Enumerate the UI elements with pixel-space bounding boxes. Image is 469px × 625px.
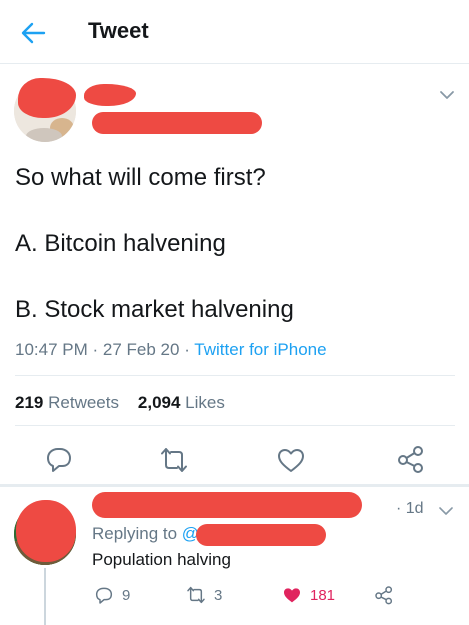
redacted-reply-avatar: [16, 500, 76, 562]
comment-icon: [47, 448, 71, 472]
reply-like-count: 181: [310, 586, 336, 604]
tweet-text-line: A. Bitcoin halvening: [15, 230, 226, 257]
meta-separator: ·: [184, 340, 190, 359]
back-button[interactable]: [20, 20, 46, 46]
section-divider: [0, 484, 469, 487]
reply-menu-button[interactable]: [438, 504, 454, 516]
share-icon: [375, 586, 393, 605]
likes-stat[interactable]: 2,094 Likes: [138, 393, 225, 412]
reply-share-button[interactable]: [374, 584, 394, 606]
redacted-author-name: [84, 84, 136, 106]
tweet-menu-button[interactable]: [438, 88, 456, 102]
like-button[interactable]: [276, 445, 306, 475]
replying-to-label: Replying to: [92, 524, 178, 543]
reply-like-button[interactable]: 181: [282, 584, 335, 606]
tweet-timestamp: 10:47 PM · 27 Feb 20 · Twitter for iPhon…: [15, 340, 327, 360]
reply-age: · 1d: [396, 500, 424, 517]
reply-button[interactable]: [44, 444, 74, 474]
comment-icon: [95, 587, 113, 604]
heart-icon: [278, 449, 304, 472]
share-icon: [398, 446, 423, 473]
retweets-stat[interactable]: 219 Retweets: [15, 393, 119, 412]
tweet-time: 10:47 PM: [15, 340, 88, 359]
likes-label: Likes: [185, 393, 225, 412]
heart-filled-icon: [284, 588, 300, 603]
arrow-left-icon: [21, 22, 46, 44]
tweet-source-link[interactable]: Twitter for iPhone: [194, 340, 326, 359]
reply-reply-button[interactable]: 9: [94, 584, 130, 606]
reply-text: Population halving: [92, 550, 231, 569]
likes-count: 2,094: [137, 393, 181, 412]
redacted-reply-author: [92, 492, 362, 518]
tweet-date: 27 Feb 20: [102, 340, 180, 359]
redacted-author-handle: [92, 112, 262, 134]
retweet-button[interactable]: [159, 445, 189, 475]
tweet-stats: 219 Retweets 2,094 Likes: [15, 393, 225, 413]
replying-to: Replying to @: [92, 524, 199, 544]
retweet-icon: [161, 448, 187, 472]
redacted-replying-handle: [196, 524, 326, 546]
tweet-text-line: B. Stock market halvening: [15, 296, 294, 323]
top-bar: Tweet: [0, 0, 469, 64]
chevron-down-icon: [439, 507, 453, 515]
divider: [15, 425, 455, 426]
meta-separator: ·: [92, 340, 99, 359]
reply-retweet-button[interactable]: 3: [186, 584, 222, 606]
retweets-count: 219: [15, 393, 44, 412]
thread-line: [44, 568, 46, 625]
retweets-label: Retweets: [48, 393, 119, 412]
share-button[interactable]: [396, 444, 426, 474]
reply-reply-count: 9: [122, 586, 131, 604]
page-title: Tweet: [88, 18, 149, 43]
retweet-icon: [187, 586, 205, 604]
divider: [15, 375, 455, 376]
chevron-down-icon: [440, 91, 454, 99]
tweet-text-line: So what will come first?: [15, 164, 266, 191]
reply-retweet-count: 3: [214, 586, 223, 604]
